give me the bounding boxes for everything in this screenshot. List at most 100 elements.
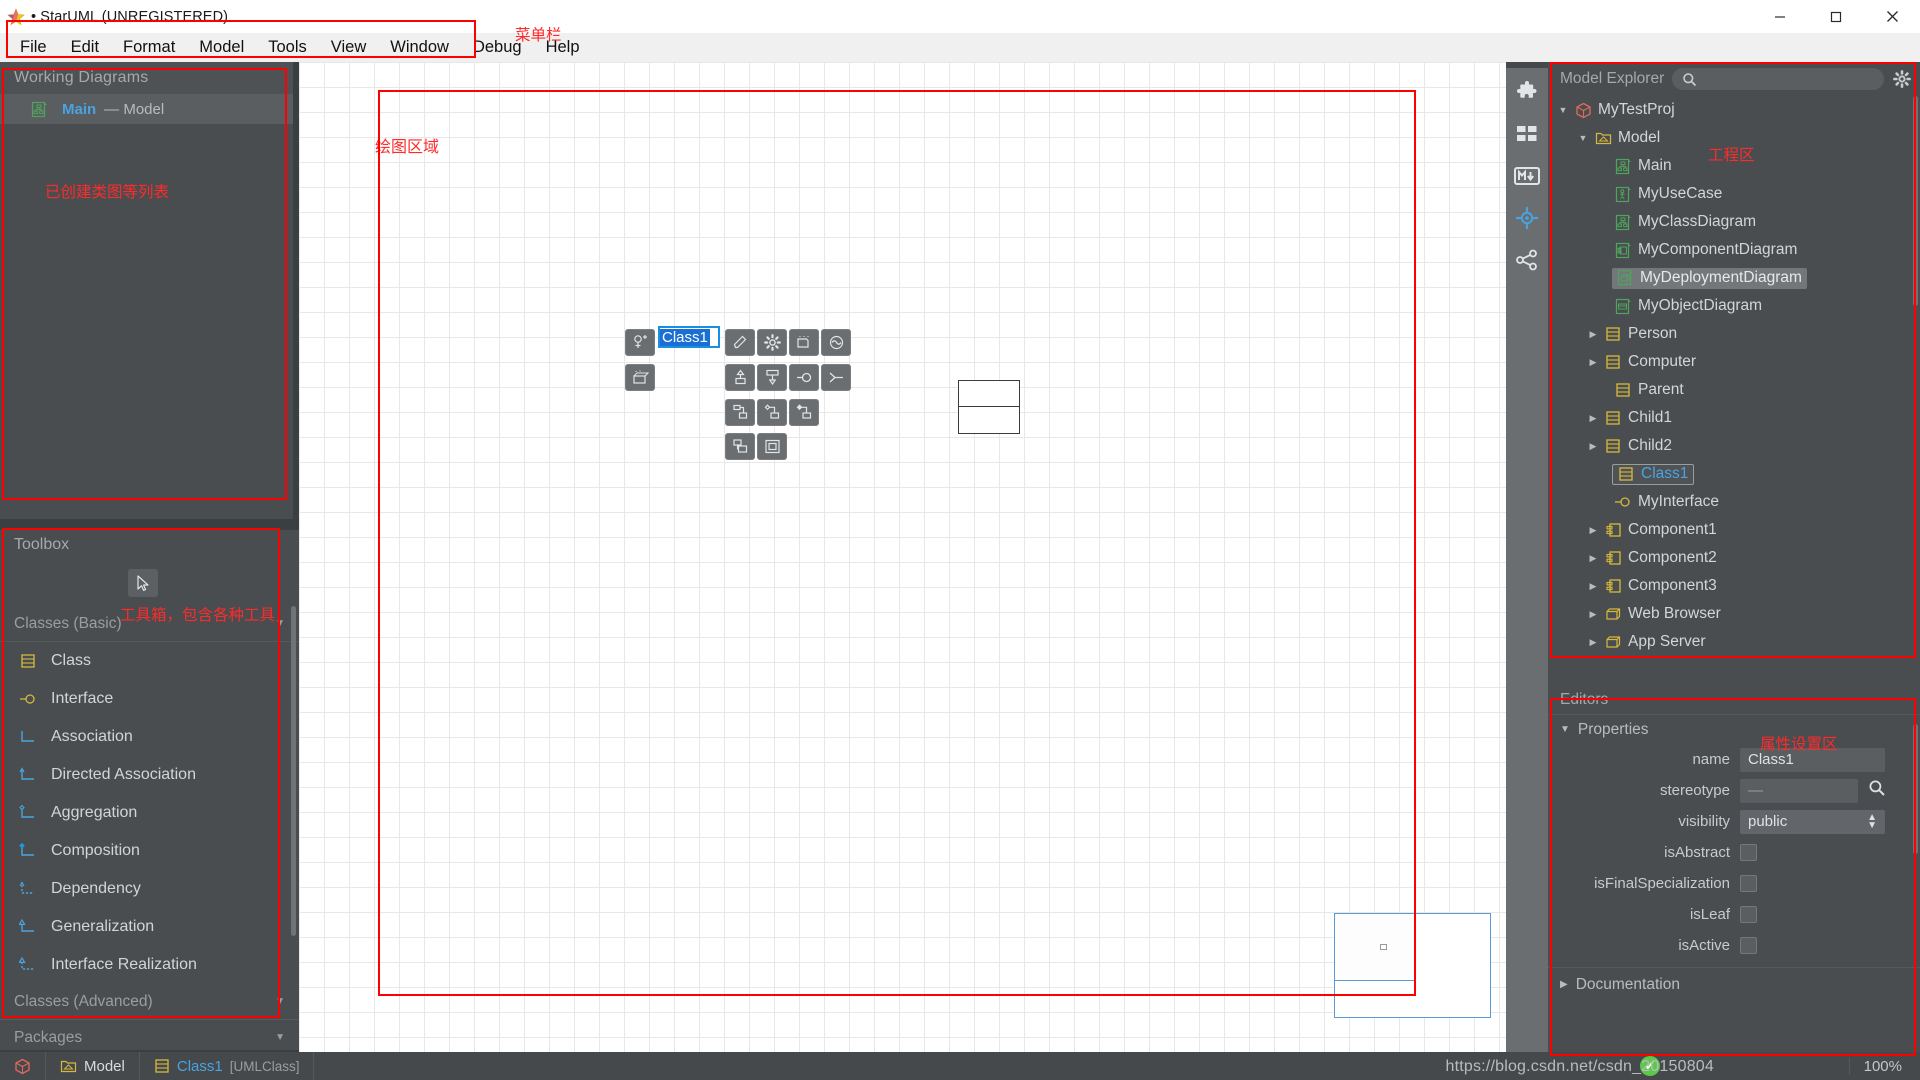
twisty-closed-icon[interactable]: ▶ <box>1584 525 1602 536</box>
tree-item-web-browser[interactable]: ▶ Web Browser <box>1548 600 1920 628</box>
toolbox-section-label: Packages <box>14 1028 83 1046</box>
tree-item-person[interactable]: ▶ Person <box>1548 320 1920 348</box>
toolbox-item-association[interactable]: Association <box>0 718 299 756</box>
isfinalspecialization-checkbox[interactable] <box>1740 875 1757 892</box>
class-name-inline-editor[interactable]: Class1 <box>658 326 720 348</box>
aggregation-button[interactable] <box>757 399 787 426</box>
tree-item-class1[interactable]: Class1 <box>1548 460 1920 488</box>
toolbox-item-interface[interactable]: Interface <box>0 680 299 718</box>
toolbox-item-class[interactable]: Class <box>0 642 299 680</box>
menu-window[interactable]: Window <box>378 36 461 59</box>
tree-item-label: MyComponentDiagram <box>1638 241 1798 258</box>
twisty-open-icon[interactable]: ▼ <box>1554 105 1572 115</box>
tree-item-child1[interactable]: ▶ Child1 <box>1548 404 1920 432</box>
editors-scrollbar[interactable] <box>1913 724 1918 854</box>
menu-tools[interactable]: Tools <box>256 36 319 59</box>
generalization-button[interactable] <box>725 364 755 391</box>
menu-file[interactable]: File <box>8 36 59 59</box>
model-explorer-tree[interactable]: ▼ MyTestProj ▼ Model Main MyUseCase MyCl… <box>1548 96 1920 686</box>
tree-item-label: Component2 <box>1628 549 1717 566</box>
twisty-open-icon[interactable]: ▼ <box>1574 133 1592 143</box>
documentation-section-header[interactable]: ▶ Documentation <box>1548 967 1920 1001</box>
tree-scrollbar[interactable] <box>1913 96 1918 306</box>
class-shape-class1[interactable] <box>958 380 1020 434</box>
realization-button[interactable] <box>757 364 787 391</box>
tree-item-label: Main <box>1638 157 1672 174</box>
isactive-checkbox[interactable] <box>1740 937 1757 954</box>
tree-item-parent[interactable]: Parent <box>1548 376 1920 404</box>
toolbox-scrollbar[interactable] <box>291 606 296 936</box>
left-horizontal-splitter[interactable] <box>0 519 293 530</box>
toolbox-section-classes-advanced[interactable]: Classes (Advanced) ▼ <box>0 984 299 1020</box>
twisty-closed-icon[interactable]: ▶ <box>1584 441 1602 452</box>
select-pointer-tool[interactable] <box>128 569 158 597</box>
status-element-cell[interactable]: Class1 [UMLClass] <box>140 1052 315 1080</box>
add-state-button[interactable] <box>821 329 851 356</box>
markdown-icon[interactable] <box>1512 162 1542 190</box>
diagram-canvas[interactable]: 绘图区域 <box>299 62 1506 1052</box>
toolbox-item-generalization[interactable]: Generalization <box>0 908 299 946</box>
style-button[interactable] <box>725 329 755 356</box>
working-diagram-item-main[interactable]: Main — Model <box>0 94 299 124</box>
grid-layout-icon[interactable] <box>1512 120 1542 148</box>
project-icon <box>1572 102 1594 119</box>
menu-edit[interactable]: Edit <box>59 36 111 59</box>
tree-item-mytestproj[interactable]: ▼ MyTestProj <box>1548 96 1920 124</box>
tree-item-mydeploymentdiagram[interactable]: MyDeploymentDiagram <box>1548 264 1920 292</box>
tree-item-myusecase[interactable]: MyUseCase <box>1548 180 1920 208</box>
composition-button[interactable] <box>789 399 819 426</box>
menu-format[interactable]: Format <box>111 36 187 59</box>
toolbox-item-directed-association[interactable]: Directed Association <box>0 756 299 794</box>
toolbox-item-label: Interface Realization <box>51 956 197 973</box>
tree-item-myclassdiagram[interactable]: MyClassDiagram <box>1548 208 1920 236</box>
tree-item-component2[interactable]: ▶ Component2 <box>1548 544 1920 572</box>
properties-section-header[interactable]: ▼ Properties <box>1548 714 1920 744</box>
tree-item-app-server[interactable]: ▶ App Server <box>1548 628 1920 656</box>
tree-item-component3[interactable]: ▶ Component3 <box>1548 572 1920 600</box>
stereotype-search-button[interactable] <box>1868 779 1886 802</box>
association-button[interactable] <box>725 399 755 426</box>
tree-item-component1[interactable]: ▶ Component1 <box>1548 516 1920 544</box>
tree-item-computer[interactable]: ▶ Computer <box>1548 348 1920 376</box>
add-note-button[interactable] <box>789 329 819 356</box>
twisty-closed-icon[interactable]: ▶ <box>1584 329 1602 340</box>
tree-item-mycomponentdiagram[interactable]: MyComponentDiagram <box>1548 236 1920 264</box>
isabstract-checkbox[interactable] <box>1740 844 1757 861</box>
minimap-viewport[interactable] <box>1334 913 1416 981</box>
maximize-button[interactable] <box>1808 0 1864 33</box>
twisty-closed-icon[interactable]: ▶ <box>1584 357 1602 368</box>
interface-button[interactable] <box>789 364 819 391</box>
twisty-closed-icon[interactable]: ▶ <box>1584 637 1602 648</box>
model-explorer-search[interactable] <box>1672 68 1884 90</box>
tree-item-myinterface[interactable]: MyInterface <box>1548 488 1920 516</box>
toolbox-item-interface-realization[interactable]: Interface Realization <box>0 946 299 984</box>
toolbox-item-aggregation[interactable]: Aggregation <box>0 794 299 832</box>
add-operation-button[interactable] <box>625 364 655 391</box>
status-model-cell[interactable]: Model <box>46 1052 140 1080</box>
close-button[interactable] <box>1864 0 1920 33</box>
twisty-closed-icon[interactable]: ▶ <box>1584 609 1602 620</box>
visibility-select[interactable]: public ▲ ▼ <box>1740 809 1885 834</box>
twisty-closed-icon[interactable]: ▶ <box>1584 581 1602 592</box>
navigate-icon[interactable] <box>1512 204 1542 232</box>
minimize-button[interactable] <box>1752 0 1808 33</box>
relationships-icon[interactable] <box>1512 246 1542 274</box>
tree-item-child2[interactable]: ▶ Child2 <box>1548 432 1920 460</box>
twisty-closed-icon[interactable]: ▶ <box>1584 553 1602 564</box>
stereotype-field[interactable]: — <box>1740 778 1858 803</box>
extensions-icon[interactable] <box>1512 78 1542 106</box>
twisty-closed-icon[interactable]: ▶ <box>1584 413 1602 424</box>
dependency-button[interactable] <box>821 364 851 391</box>
add-attribute-button[interactable] <box>625 329 655 356</box>
isleaf-checkbox[interactable] <box>1740 906 1757 923</box>
add-package-button[interactable] <box>757 433 787 460</box>
zoom-level[interactable]: 100% <box>1848 1057 1920 1075</box>
tree-item-myobjectdiagram[interactable]: MyObjectDiagram <box>1548 292 1920 320</box>
model-explorer-settings-button[interactable] <box>1892 70 1912 88</box>
toolbox-item-composition[interactable]: Composition <box>0 832 299 870</box>
menu-model[interactable]: Model <box>187 36 256 59</box>
add-class-button[interactable] <box>725 433 755 460</box>
menu-view[interactable]: View <box>319 36 378 59</box>
toolbox-item-dependency[interactable]: Dependency <box>0 870 299 908</box>
properties-button[interactable] <box>757 329 787 356</box>
